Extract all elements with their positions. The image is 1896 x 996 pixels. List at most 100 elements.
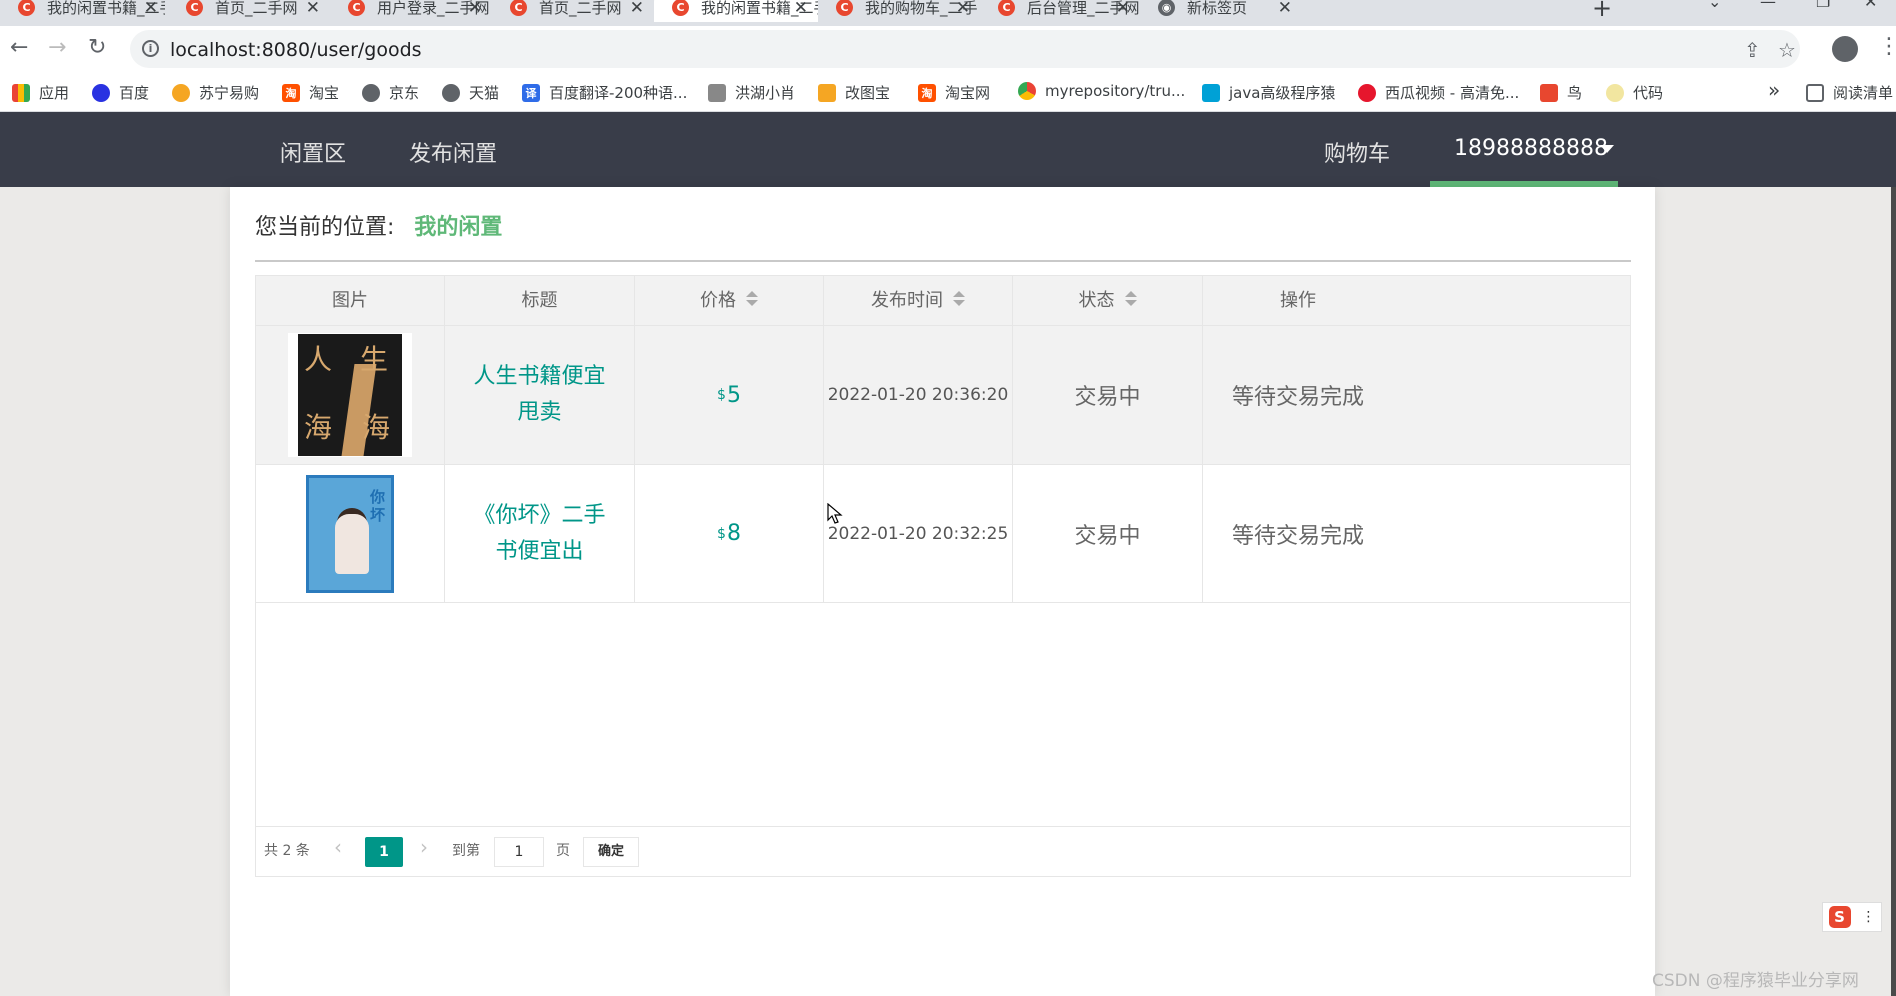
header-publish-time[interactable]: 发布时间 <box>824 276 1013 326</box>
csdn-favicon-icon: C <box>836 0 853 16</box>
sogou-ime-icon[interactable]: S <box>1828 906 1851 928</box>
site-info-icon[interactable]: i <box>142 40 159 57</box>
currency-symbol: $ <box>717 525 726 542</box>
minimize-icon[interactable]: — <box>1760 0 1776 11</box>
bookmark-label: 代码 <box>1633 84 1664 102</box>
sort-icon[interactable] <box>953 291 965 307</box>
header-price[interactable]: 价格 <box>635 276 824 326</box>
sort-icon[interactable] <box>1124 291 1137 307</box>
bookmark-niao[interactable]: 鸟 <box>1540 82 1582 103</box>
bookmark-apps[interactable]: 应用 <box>12 82 69 103</box>
browser-tab-strip: C 我的闲置书籍_二手 ✕ C 首页_二手网 ✕ C 用户登录_二手网 ✕ C … <box>0 0 1896 26</box>
price-value: 5 <box>726 382 741 408</box>
bookmark-suning[interactable]: 苏宁易购 <box>172 82 259 103</box>
table-row: 人 生 海 海 人生书籍便宜甩卖 $5 2022-01-20 20:36:20 … <box>256 326 1630 465</box>
cell-title[interactable]: 人生书籍便宜甩卖 <box>445 326 635 464</box>
nav-publish-idle[interactable]: 发布闲置 <box>409 136 497 168</box>
ime-menu-icon[interactable]: ⋮ <box>1862 910 1876 924</box>
close-icon[interactable]: ✕ <box>306 0 320 18</box>
username[interactable]: 18988888888 <box>1454 136 1608 161</box>
browser-tab[interactable]: C 我的购物车_二手 ✕ <box>818 0 980 22</box>
csdn-favicon-icon: C <box>186 0 203 16</box>
publish-time: 2022-01-20 20:32:25 <box>827 523 1009 544</box>
bookmark-taobao[interactable]: 淘 淘宝 <box>282 82 339 103</box>
back-icon[interactable]: ← <box>10 35 28 61</box>
close-icon[interactable]: ✕ <box>1278 0 1292 18</box>
bookmark-jd[interactable]: 京东 <box>362 82 419 103</box>
more-bookmarks-icon[interactable]: » <box>1768 78 1780 102</box>
address-bar[interactable]: i localhost:8080/user/goods ⇪ ☆ <box>130 30 1800 68</box>
page-jump-input[interactable] <box>494 837 544 867</box>
prev-page-icon[interactable]: ‹ <box>334 835 342 859</box>
watermark: CSDN @程序猿毕业分享网 <box>1652 971 1859 991</box>
close-icon[interactable]: ✕ <box>630 0 644 18</box>
bookmark-tmall[interactable]: 天猫 <box>442 82 499 103</box>
reload-icon[interactable]: ↻ <box>88 35 106 61</box>
bookmark-label: 应用 <box>39 84 70 102</box>
profile-avatar-icon[interactable] <box>1832 36 1858 62</box>
close-window-icon[interactable]: ✕ <box>1864 0 1877 11</box>
share-icon[interactable]: ⇪ <box>1744 38 1761 62</box>
star-icon[interactable]: ☆ <box>1778 38 1796 62</box>
close-icon[interactable]: ✕ <box>468 0 482 18</box>
cell-title[interactable]: 《你坏》二手书便宜出 <box>445 465 635 602</box>
code-icon <box>1606 83 1624 102</box>
goods-title-link[interactable]: 《你坏》二手书便宜出 <box>465 498 614 570</box>
close-icon[interactable]: ✕ <box>794 0 808 18</box>
main-card: 您当前的位置: 我的闲置 图片 标题 价格 发布时间 状态 操作 人 生 海 海 <box>230 187 1655 996</box>
price-value: 8 <box>726 521 741 546</box>
table-header: 图片 标题 价格 发布时间 状态 操作 <box>256 276 1630 326</box>
bookmark-myrepository[interactable]: myrepository/tru... <box>1018 82 1185 100</box>
sort-icon[interactable] <box>746 291 758 307</box>
next-page-icon[interactable]: › <box>420 835 428 859</box>
bookmark-label: 苏宁易购 <box>199 84 260 102</box>
gaitubao-icon <box>818 83 836 102</box>
taobao-icon: 淘 <box>918 83 936 102</box>
bookmark-gaitubao[interactable]: 改图宝 <box>818 82 890 103</box>
header-label: 图片 <box>332 290 368 311</box>
browser-tab[interactable]: C 用户登录_二手网 ✕ <box>330 0 492 22</box>
menu-kebab-icon[interactable]: ⋮ <box>1878 34 1896 59</box>
apps-grid-icon <box>12 83 30 102</box>
user-menu[interactable]: 18988888888 <box>1430 112 1618 187</box>
browser-tab-active[interactable]: C 我的闲置书籍_二手 ✕ <box>654 0 818 22</box>
browser-tab[interactable]: C 首页_二手网 ✕ <box>168 0 330 22</box>
close-icon[interactable]: ✕ <box>956 0 970 18</box>
close-icon[interactable]: ✕ <box>1116 0 1130 18</box>
bookmark-xigua[interactable]: 西瓜视频 - 高清免... <box>1358 82 1519 103</box>
caret-down-icon[interactable] <box>1600 145 1614 153</box>
close-icon[interactable]: ✕ <box>144 0 158 18</box>
nav-idle-zone[interactable]: 闲置区 <box>280 136 346 168</box>
book-cover: 人 生 海 海 <box>298 334 402 456</box>
breadcrumb-current[interactable]: 我的闲置 <box>414 209 502 241</box>
forward-icon[interactable]: → <box>48 35 66 61</box>
ime-toolbar[interactable]: S ⋮ <box>1822 902 1882 932</box>
bookmark-honghu[interactable]: 洪湖小肖 <box>708 82 795 103</box>
tab-search-chevron-icon[interactable]: ⌄ <box>1708 0 1721 11</box>
bookmark-taobaowang[interactable]: 淘 淘宝网 <box>918 82 990 103</box>
goods-title-link[interactable]: 人生书籍便宜甩卖 <box>465 359 614 431</box>
bookmark-daima[interactable]: 代码 <box>1606 82 1663 103</box>
bookmark-label: 百度 <box>119 84 150 102</box>
header-action: 操作 <box>1203 276 1393 326</box>
book-cover-image[interactable]: 你 坏 <box>306 474 394 593</box>
cell-time: 2022-01-20 20:36:20 <box>824 326 1013 464</box>
browser-tab[interactable]: C 首页_二手网 ✕ <box>492 0 654 22</box>
nav-cart[interactable]: 购物车 <box>1324 136 1390 168</box>
globe-icon: ◉ <box>1158 0 1175 16</box>
browser-tab[interactable]: C 后台管理_二手网 ✕ <box>980 0 1140 22</box>
bookmark-baidu-translate[interactable]: 译 百度翻译-200种语... <box>522 82 687 103</box>
header-status[interactable]: 状态 <box>1013 276 1203 326</box>
new-tab-icon[interactable]: + <box>1592 0 1612 22</box>
url-text[interactable]: localhost:8080/user/goods <box>170 39 422 61</box>
page-current[interactable]: 1 <box>365 837 403 867</box>
bookmark-baidu[interactable]: 百度 <box>92 82 149 103</box>
bookmark-label: 西瓜视频 - 高清免... <box>1385 84 1520 102</box>
book-cover-image[interactable]: 人 生 海 海 <box>288 333 412 457</box>
browser-tab[interactable]: ◉ 新标签页 ✕ <box>1140 0 1302 22</box>
reading-list-button[interactable]: 阅读清单 <box>1806 82 1893 103</box>
browser-tab[interactable]: C 我的闲置书籍_二手 ✕ <box>0 0 168 22</box>
bookmark-java[interactable]: java高级程序猿 <box>1202 82 1335 103</box>
restore-icon[interactable]: ❐ <box>1816 0 1830 11</box>
confirm-button[interactable]: 确定 <box>583 837 639 867</box>
